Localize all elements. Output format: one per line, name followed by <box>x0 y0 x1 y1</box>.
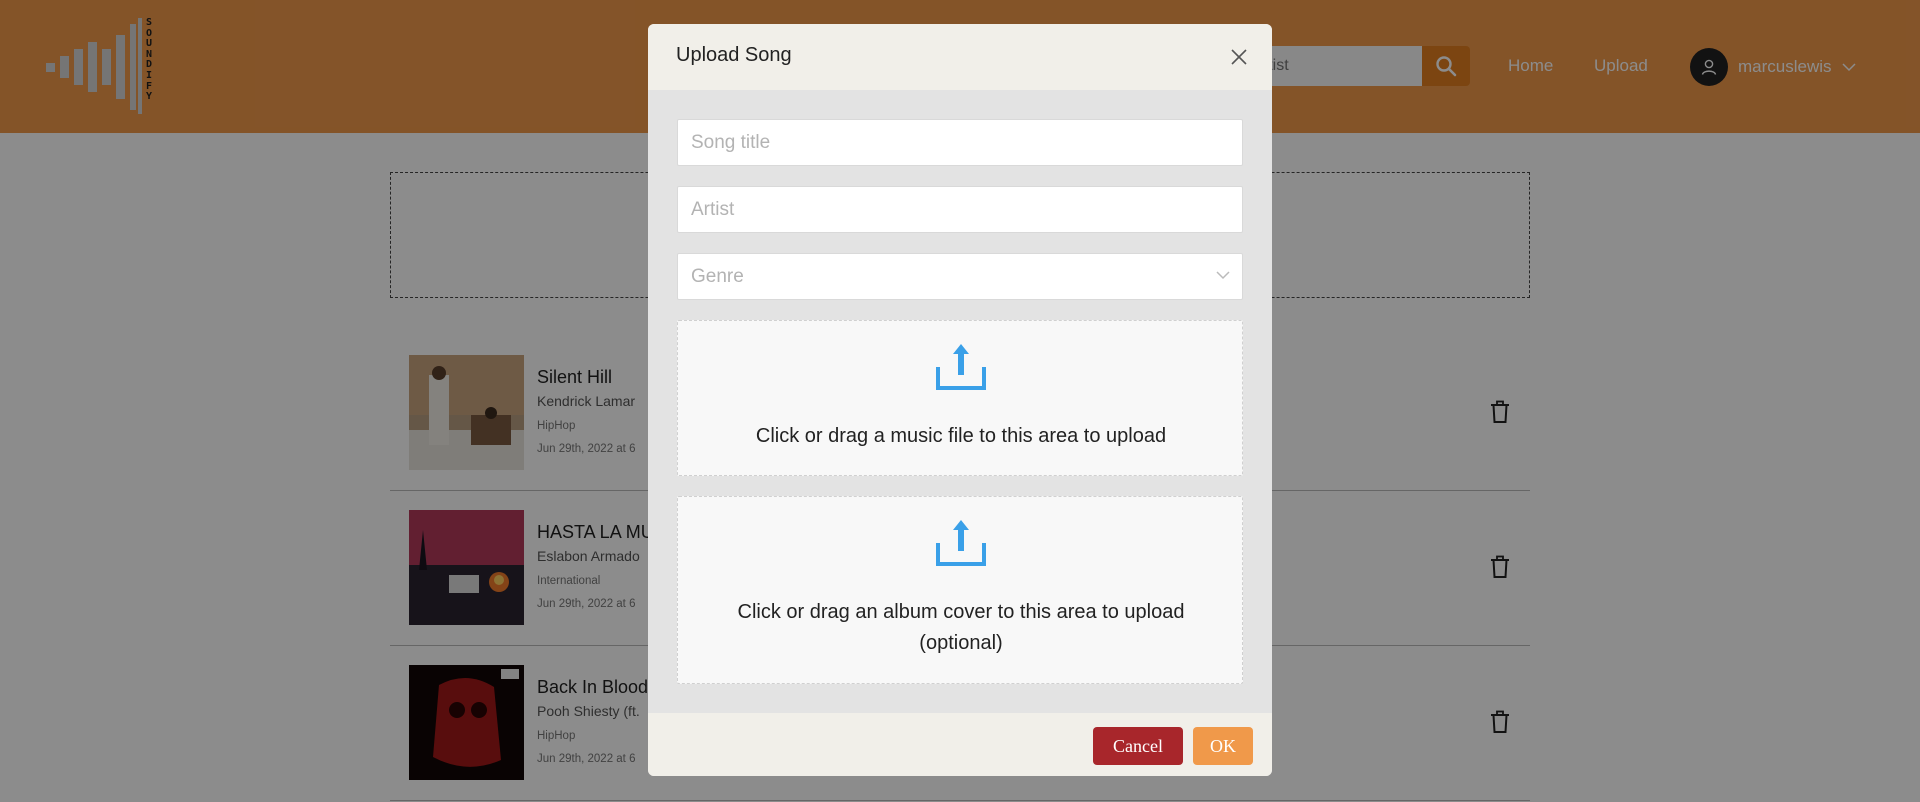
modal-title: Upload Song <box>676 44 792 66</box>
ok-button[interactable]: OK <box>1193 727 1253 765</box>
cancel-button[interactable]: Cancel <box>1093 727 1183 765</box>
cover-upload-text: Click or drag an album cover to this are… <box>698 597 1224 659</box>
album-cover-dropzone[interactable]: Click or drag an album cover to this are… <box>677 496 1243 684</box>
music-file-dropzone[interactable]: Click or drag a music file to this area … <box>677 320 1243 476</box>
close-icon <box>1231 49 1247 65</box>
chevron-down-icon <box>1216 271 1230 280</box>
upload-icon <box>936 520 986 566</box>
genre-select[interactable]: Genre <box>677 253 1243 300</box>
music-upload-text: Click or drag a music file to this area … <box>755 425 1167 447</box>
modal-footer: Cancel OK <box>648 713 1272 776</box>
upload-song-modal: Upload Song Genre Click or drag a music … <box>648 24 1272 776</box>
artist-field[interactable] <box>677 186 1243 233</box>
upload-icon <box>936 344 986 390</box>
cover-upload-text-line1: Click or drag an album cover to this are… <box>737 601 1185 623</box>
modal-close-button[interactable] <box>1228 46 1250 68</box>
song-title-field[interactable] <box>677 119 1243 166</box>
cover-upload-text-line2: (optional) <box>919 632 1003 654</box>
modal-header: Upload Song <box>648 24 1272 90</box>
genre-select-placeholder: Genre <box>691 266 744 287</box>
